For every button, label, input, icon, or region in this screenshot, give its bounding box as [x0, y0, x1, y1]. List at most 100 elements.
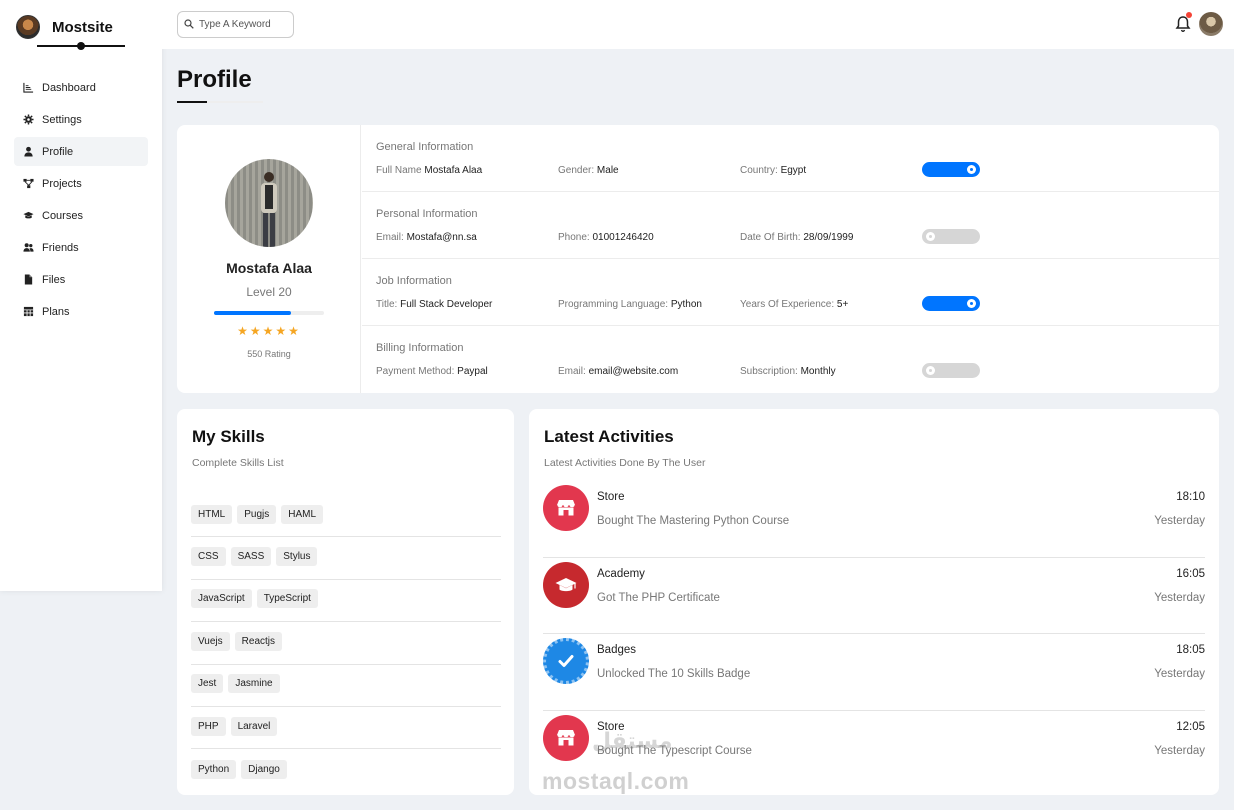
- section-toggle[interactable]: [922, 296, 980, 311]
- graduation-cap-icon: [22, 210, 34, 222]
- section-title: Job Information: [376, 275, 452, 287]
- graduation-cap-icon: [543, 561, 589, 608]
- profile-photo: [225, 159, 313, 247]
- info-section: Billing Information Payment Method: Payp…: [362, 326, 1219, 393]
- info-field: Email: Mostafa@nn.sa: [376, 232, 477, 243]
- skill-row: CSS SASS Stylus: [191, 537, 501, 580]
- section-title: General Information: [376, 141, 474, 153]
- activity-time: 18:10: [1176, 491, 1205, 503]
- profile-summary: Mostafa Alaa Level 20 ★★★★★ 550 Rating: [177, 125, 361, 393]
- user-avatar[interactable]: [1199, 12, 1223, 36]
- notification-badge: [1186, 12, 1192, 18]
- sidebar-item-dashboard[interactable]: Dashboard: [14, 73, 148, 102]
- skill-tag: SASS: [230, 547, 272, 567]
- users-icon: [22, 242, 34, 254]
- notification-button[interactable]: [1175, 12, 1192, 33]
- rating-stars: ★★★★★: [177, 324, 361, 338]
- info-field: Gender: Male: [558, 165, 619, 176]
- activity-time: 18:05: [1176, 644, 1205, 657]
- skills-card: My Skills Complete Skills List HTML Pugjs…: [177, 409, 514, 795]
- person-image: [261, 172, 277, 247]
- activity-time: 16:05: [1176, 567, 1205, 580]
- skill-tag: Stylus: [276, 547, 318, 567]
- skill-row: Vuejs Reactjs: [191, 622, 501, 665]
- star-icon: ★: [249, 324, 263, 338]
- skill-tag: Python: [191, 759, 237, 779]
- search-box[interactable]: [177, 11, 294, 38]
- gear-icon: [22, 114, 34, 126]
- skill-tag: Reactjs: [234, 631, 283, 651]
- level-progress-bar: [214, 311, 324, 315]
- activities-subtitle: Latest Activities Done By The User: [544, 457, 706, 469]
- activity-item: Badges Unlocked The 10 Skills Badge 18:05 Y…: [543, 634, 1205, 712]
- activity-description: Unlocked The 10 Skills Badge: [597, 668, 751, 681]
- sidebar-item-profile[interactable]: Profile: [14, 137, 148, 166]
- badge-check-icon: [543, 638, 589, 685]
- sidebar-item-label: Files: [42, 273, 66, 286]
- info-section: Personal Information Email: Mostafa@nn.s…: [362, 192, 1219, 259]
- star-icon: ★: [275, 324, 289, 338]
- skills-title: My Skills: [192, 427, 265, 446]
- section-toggle[interactable]: [922, 363, 980, 378]
- skill-tag: CSS: [191, 547, 226, 567]
- skill-tag: Jest: [191, 674, 224, 694]
- info-field: Email: email@website.com: [558, 366, 679, 377]
- watermark-arabic: مستقل: [592, 728, 673, 753]
- skill-row: JavaScript TypeScript: [191, 580, 501, 623]
- brand-logo-icon: [16, 15, 40, 39]
- section-title: Billing Information: [376, 342, 464, 354]
- section-toggle[interactable]: [922, 229, 980, 244]
- diagram-project-icon: [22, 178, 34, 190]
- sidebar: Mostsite Dashboard Settings Profile Proj…: [0, 0, 162, 591]
- skill-row: Python Django: [191, 749, 501, 791]
- skill-tag: HAML: [281, 504, 324, 524]
- activity-title: Store: [597, 491, 625, 503]
- sidebar-item-plans[interactable]: Plans: [14, 297, 148, 326]
- activity-title: Badges: [597, 644, 637, 657]
- star-icon: ★: [262, 324, 276, 338]
- activity-day: Yesterday: [1154, 668, 1205, 681]
- skill-tag: TypeScript: [256, 589, 318, 609]
- section-title: Personal Information: [376, 208, 478, 220]
- brand-underline: [37, 42, 125, 50]
- brand[interactable]: Mostsite: [0, 0, 162, 40]
- info-field: Country: Egypt: [740, 165, 807, 176]
- profile-level: Level 20: [246, 285, 292, 299]
- activity-day: Yesterday: [1154, 745, 1205, 758]
- profile-info: General Information Full Name Mostafa Al…: [362, 125, 1219, 393]
- activity-item: Store Bought The Mastering Python Course 1…: [543, 481, 1205, 558]
- title-underline: [177, 101, 263, 103]
- top-header: [162, 0, 1234, 49]
- sidebar-item-courses[interactable]: Courses: [14, 201, 148, 230]
- sidebar-item-settings[interactable]: Settings: [14, 105, 148, 134]
- info-section: General Information Full Name Mostafa Al…: [362, 125, 1219, 192]
- activities-title: Latest Activities: [544, 427, 674, 446]
- watermark: mostaql.com: [542, 768, 690, 794]
- skill-row: PHP Laravel: [191, 707, 501, 750]
- activity-time: 12:05: [1176, 721, 1205, 734]
- info-field: Date Of Birth: 28/09/1999: [740, 232, 854, 243]
- sidebar-item-label: Friends: [42, 241, 79, 254]
- sidebar-item-files[interactable]: Files: [14, 265, 148, 294]
- skill-tag: Pugjs: [237, 504, 277, 524]
- sidebar-item-projects[interactable]: Projects: [14, 169, 148, 198]
- skill-tag: Jasmine: [228, 674, 280, 694]
- info-field: Phone: 01001246420: [558, 232, 654, 243]
- sidebar-item-label: Courses: [42, 209, 83, 222]
- sidebar-item-friends[interactable]: Friends: [14, 233, 148, 262]
- skill-tag: JavaScript: [191, 589, 252, 609]
- info-field: Title: Full Stack Developer: [376, 299, 493, 310]
- info-field: Payment Method: Paypal: [376, 366, 488, 377]
- activity-title: Academy: [597, 567, 645, 580]
- store-icon: [543, 485, 589, 531]
- sidebar-item-label: Settings: [42, 113, 82, 126]
- activity-description: Bought The Mastering Python Course: [597, 515, 790, 527]
- user-icon: [22, 146, 34, 158]
- info-field: Years Of Experience: 5+: [740, 299, 849, 310]
- file-icon: [22, 274, 34, 286]
- sidebar-item-label: Profile: [42, 145, 74, 158]
- section-toggle[interactable]: [922, 162, 980, 177]
- skill-tag: Vuejs: [191, 631, 230, 651]
- search-input[interactable]: [199, 19, 289, 30]
- info-field: Full Name Mostafa Alaa: [376, 165, 483, 176]
